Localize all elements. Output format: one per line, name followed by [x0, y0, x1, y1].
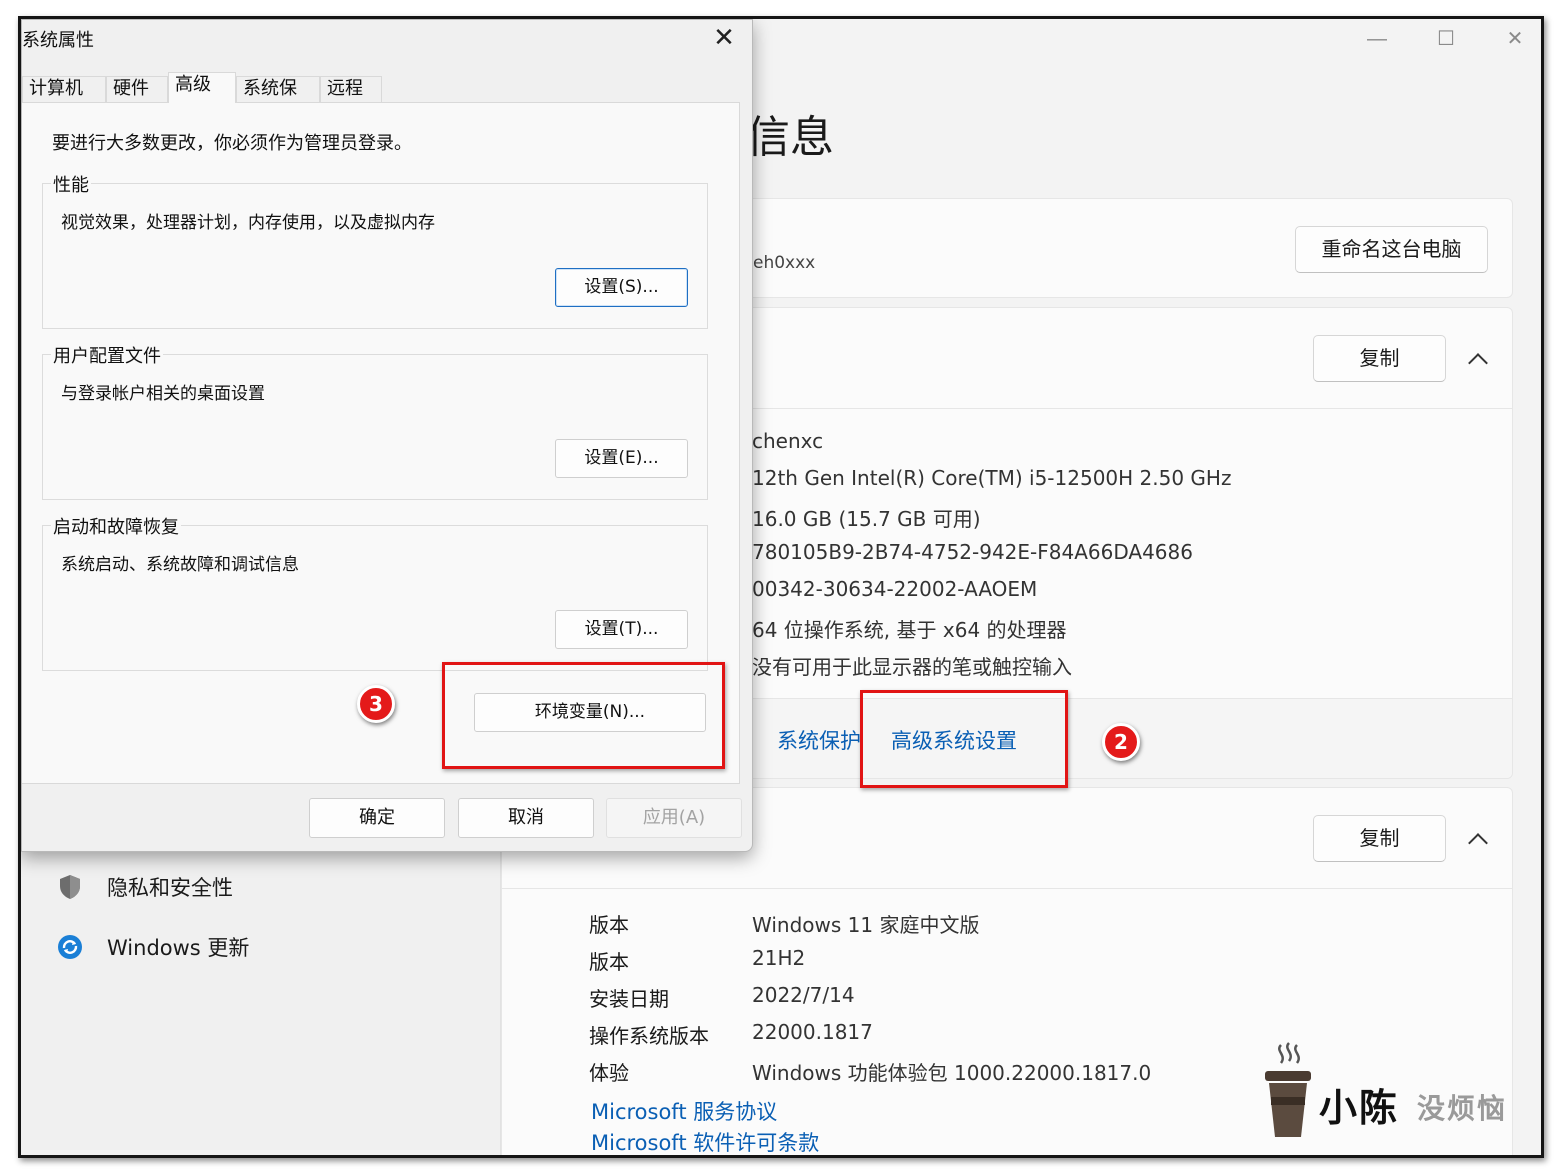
group-title: 启动和故障恢复: [51, 513, 181, 539]
winspec-value: Windows 11 家庭中文版: [752, 913, 980, 937]
group-description: 视觉效果，处理器计划，内存使用，以及虚拟内存: [61, 213, 435, 233]
step-3-badge: 3: [357, 685, 395, 723]
tab-computer-name[interactable]: 计算机名: [22, 76, 106, 123]
group-title: 性能: [51, 171, 91, 197]
collapse-chevron-icon[interactable]: [1468, 833, 1488, 853]
divider: [502, 888, 1512, 889]
group-description: 与登录帐户相关的桌面设置: [61, 384, 265, 404]
collapse-chevron-icon[interactable]: [1468, 353, 1488, 373]
sidebar-item-windows-update[interactable]: Windows 更新: [57, 927, 249, 967]
winspec-label: 操作系统版本: [589, 1024, 709, 1048]
performance-settings-button[interactable]: 设置(S)...: [555, 268, 688, 307]
startup-recovery-group: 启动和故障恢复 系统启动、系统故障和调试信息 设置(T)...: [42, 513, 708, 671]
license-terms-link[interactable]: Microsoft 软件许可条款: [591, 1127, 819, 1155]
spec-device-name: chenxc: [752, 429, 824, 453]
sidebar-item-label: 隐私和安全性: [107, 876, 233, 900]
group-description: 系统启动、系统故障和调试信息: [61, 555, 299, 575]
rename-pc-button[interactable]: 重命名这台电脑: [1295, 226, 1488, 273]
winspec-value: 2022/7/14: [752, 983, 855, 1007]
admin-note: 要进行大多数更改，你必须作为管理员登录。: [52, 133, 412, 154]
winspec-value: 22000.1817: [752, 1020, 873, 1044]
startup-recovery-settings-button[interactable]: 设置(T)...: [555, 610, 688, 649]
step-2-badge: 2: [1102, 723, 1140, 761]
sidebar-item-label: Windows 更新: [107, 936, 250, 960]
spec-device-id: 780105B9-2B74-4752-942E-F84A66DA4686: [752, 540, 1193, 564]
screenshot-frame: — ☐ ✕ 信息 eh0xxx 重命名这台电脑 复制 chenxc 12th G…: [18, 16, 1544, 1158]
winspec-value: Windows 功能体验包 1000.22000.1817.0: [752, 1061, 1152, 1085]
copy-windows-specs-button[interactable]: 复制: [1313, 815, 1446, 862]
watermark-main-text: 小陈: [1319, 1086, 1400, 1130]
page-title: 信息: [746, 112, 834, 163]
spec-processor: 12th Gen Intel(R) Core(TM) i5-12500H 2.5…: [752, 466, 1232, 490]
cancel-button[interactable]: 取消: [458, 798, 594, 838]
performance-group: 性能 视觉效果，处理器计划，内存使用，以及虚拟内存 设置(S)...: [42, 171, 708, 329]
dialog-tabs: 计算机名 硬件 高级 系统保护 远程: [22, 72, 752, 123]
maximize-button[interactable]: ☐: [1416, 25, 1476, 53]
winspec-label: 安装日期: [589, 987, 669, 1011]
spec-product-id: 00342-30634-22002-AAOEM: [752, 577, 1038, 601]
dialog-title: 系统属性: [22, 30, 94, 51]
settings-sidebar: 隐私和安全性 Windows 更新: [21, 849, 501, 1155]
user-profiles-group: 用户配置文件 与登录帐户相关的桌面设置 设置(E)...: [42, 342, 708, 500]
update-icon: [57, 934, 83, 960]
winspec-label: 版本: [589, 913, 629, 937]
spec-system-type: 64 位操作系统, 基于 x64 的处理器: [752, 618, 1067, 642]
system-protection-link[interactable]: 系统保护: [777, 725, 861, 755]
service-agreement-link[interactable]: Microsoft 服务协议: [591, 1096, 777, 1126]
sidebar-item-privacy[interactable]: 隐私和安全性: [57, 867, 233, 907]
winspec-label: 体验: [589, 1061, 629, 1085]
apply-button[interactable]: 应用(A): [606, 798, 742, 838]
tab-advanced[interactable]: 高级: [168, 72, 236, 103]
tab-system-protection[interactable]: 系统保护: [236, 76, 320, 123]
device-name-partial: eh0xxx: [753, 253, 816, 273]
dialog-close-button[interactable]: ✕: [706, 22, 742, 53]
winspec-value: 21H2: [752, 946, 806, 970]
ok-button[interactable]: 确定: [309, 798, 445, 838]
watermark: 小陈 没烦恼: [1261, 1041, 1531, 1151]
group-title: 用户配置文件: [51, 342, 163, 368]
copy-device-specs-button[interactable]: 复制: [1313, 335, 1446, 382]
coffee-cup-icon: [1265, 1042, 1311, 1137]
highlight-env-button: [442, 662, 725, 769]
minimize-button[interactable]: —: [1347, 25, 1407, 53]
spec-ram: 16.0 GB (15.7 GB 可用): [752, 507, 981, 531]
tab-hardware[interactable]: 硬件: [106, 76, 168, 102]
watermark-secondary-text: 没烦恼: [1417, 1092, 1508, 1125]
shield-icon: [57, 874, 83, 900]
spec-pen-touch: 没有可用于此显示器的笔或触控输入: [752, 655, 1072, 679]
tab-remote[interactable]: 远程: [320, 76, 382, 102]
close-window-button[interactable]: ✕: [1485, 25, 1541, 53]
winspec-label: 版本: [589, 950, 629, 974]
user-profiles-settings-button[interactable]: 设置(E)...: [555, 439, 688, 478]
highlight-advanced-link: [860, 690, 1068, 788]
